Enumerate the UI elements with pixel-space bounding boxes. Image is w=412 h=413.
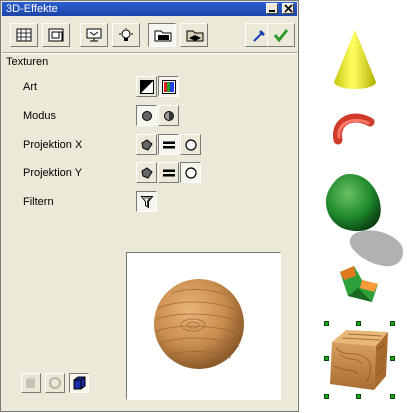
close-icon bbox=[284, 4, 293, 13]
selection-handle[interactable] bbox=[324, 321, 329, 326]
yellow-cone[interactable] bbox=[330, 28, 380, 92]
object-specific-icon bbox=[141, 167, 153, 179]
modus-texture-only-button[interactable] bbox=[136, 105, 157, 126]
texture-shading-icon bbox=[164, 111, 174, 121]
selection-handle[interactable] bbox=[324, 394, 329, 399]
disabled-button-2[interactable] bbox=[45, 373, 65, 393]
tab-material[interactable] bbox=[180, 23, 208, 47]
projektion-y-circular-button[interactable] bbox=[180, 162, 201, 183]
modus-texture-shading-button[interactable] bbox=[158, 105, 179, 126]
circular-icon bbox=[185, 139, 197, 151]
tab-shading[interactable] bbox=[42, 23, 70, 47]
textures-section-label: Texturen bbox=[6, 56, 49, 68]
wooden-cube-selected[interactable] bbox=[326, 324, 396, 396]
close-button[interactable] bbox=[282, 3, 294, 14]
tab-illumination[interactable] bbox=[80, 23, 108, 47]
modus-label: Modus bbox=[23, 110, 57, 122]
pipette-icon bbox=[253, 30, 265, 42]
3d-effects-dialog: 3D-Effekte Texturen Art Modus Projektion… bbox=[0, 0, 299, 412]
selection-handle[interactable] bbox=[356, 394, 361, 399]
projektion-y-label: Projektion Y bbox=[23, 167, 83, 179]
texture-only-icon bbox=[142, 111, 152, 121]
projektion-x-label: Projektion X bbox=[23, 139, 83, 151]
material-icon bbox=[186, 30, 204, 42]
projektion-x-circular-button[interactable] bbox=[180, 134, 201, 155]
filter-icon bbox=[140, 196, 154, 209]
selection-handle[interactable] bbox=[390, 394, 395, 399]
tab-textures[interactable] bbox=[148, 23, 176, 47]
filtern-button[interactable] bbox=[136, 191, 157, 212]
art-bw-button[interactable] bbox=[136, 76, 157, 97]
selection-handle[interactable] bbox=[324, 356, 329, 361]
art-color-button[interactable] bbox=[158, 76, 179, 97]
projektion-x-object-button[interactable] bbox=[136, 134, 157, 155]
wood-sphere-preview bbox=[154, 279, 244, 369]
textures-icon bbox=[154, 30, 172, 42]
projektion-y-object-button[interactable] bbox=[136, 162, 157, 183]
illumination-icon bbox=[86, 28, 102, 42]
shading-icon bbox=[48, 28, 64, 42]
apply-button[interactable] bbox=[267, 23, 295, 47]
title-bar[interactable]: 3D-Effekte bbox=[2, 2, 297, 16]
cube-disabled-icon bbox=[26, 377, 37, 388]
projektion-x-parallel-button[interactable] bbox=[158, 134, 179, 155]
red-torus-segment[interactable] bbox=[330, 110, 378, 146]
object-color-button[interactable] bbox=[69, 373, 89, 393]
parallel-icon bbox=[163, 141, 175, 149]
filtern-label: Filtern bbox=[23, 196, 54, 208]
geometry-icon bbox=[16, 28, 32, 42]
black-white-icon bbox=[140, 80, 154, 94]
circular-icon bbox=[185, 167, 197, 179]
disabled-button-1[interactable] bbox=[21, 373, 41, 393]
tab-separator bbox=[2, 52, 297, 54]
bent-orange-green-shape[interactable] bbox=[334, 262, 384, 306]
texture-preview bbox=[126, 252, 281, 400]
tube-disabled-icon bbox=[49, 377, 61, 389]
lighting-icon bbox=[119, 28, 133, 41]
projektion-y-parallel-button[interactable] bbox=[158, 162, 179, 183]
selection-handle[interactable] bbox=[390, 356, 395, 361]
window-title: 3D-Effekte bbox=[6, 3, 58, 15]
object-specific-icon bbox=[141, 139, 153, 151]
tab-geometry[interactable] bbox=[10, 23, 38, 47]
minimize-button[interactable] bbox=[266, 3, 278, 14]
selection-handle[interactable] bbox=[356, 321, 361, 326]
selection-handle[interactable] bbox=[390, 321, 395, 326]
blue-cube-icon bbox=[73, 376, 86, 390]
art-label: Art bbox=[23, 81, 38, 93]
parallel-icon bbox=[163, 169, 175, 177]
color-icon bbox=[162, 80, 176, 94]
tab-lighting[interactable] bbox=[112, 23, 140, 47]
checkmark-icon bbox=[273, 29, 289, 42]
